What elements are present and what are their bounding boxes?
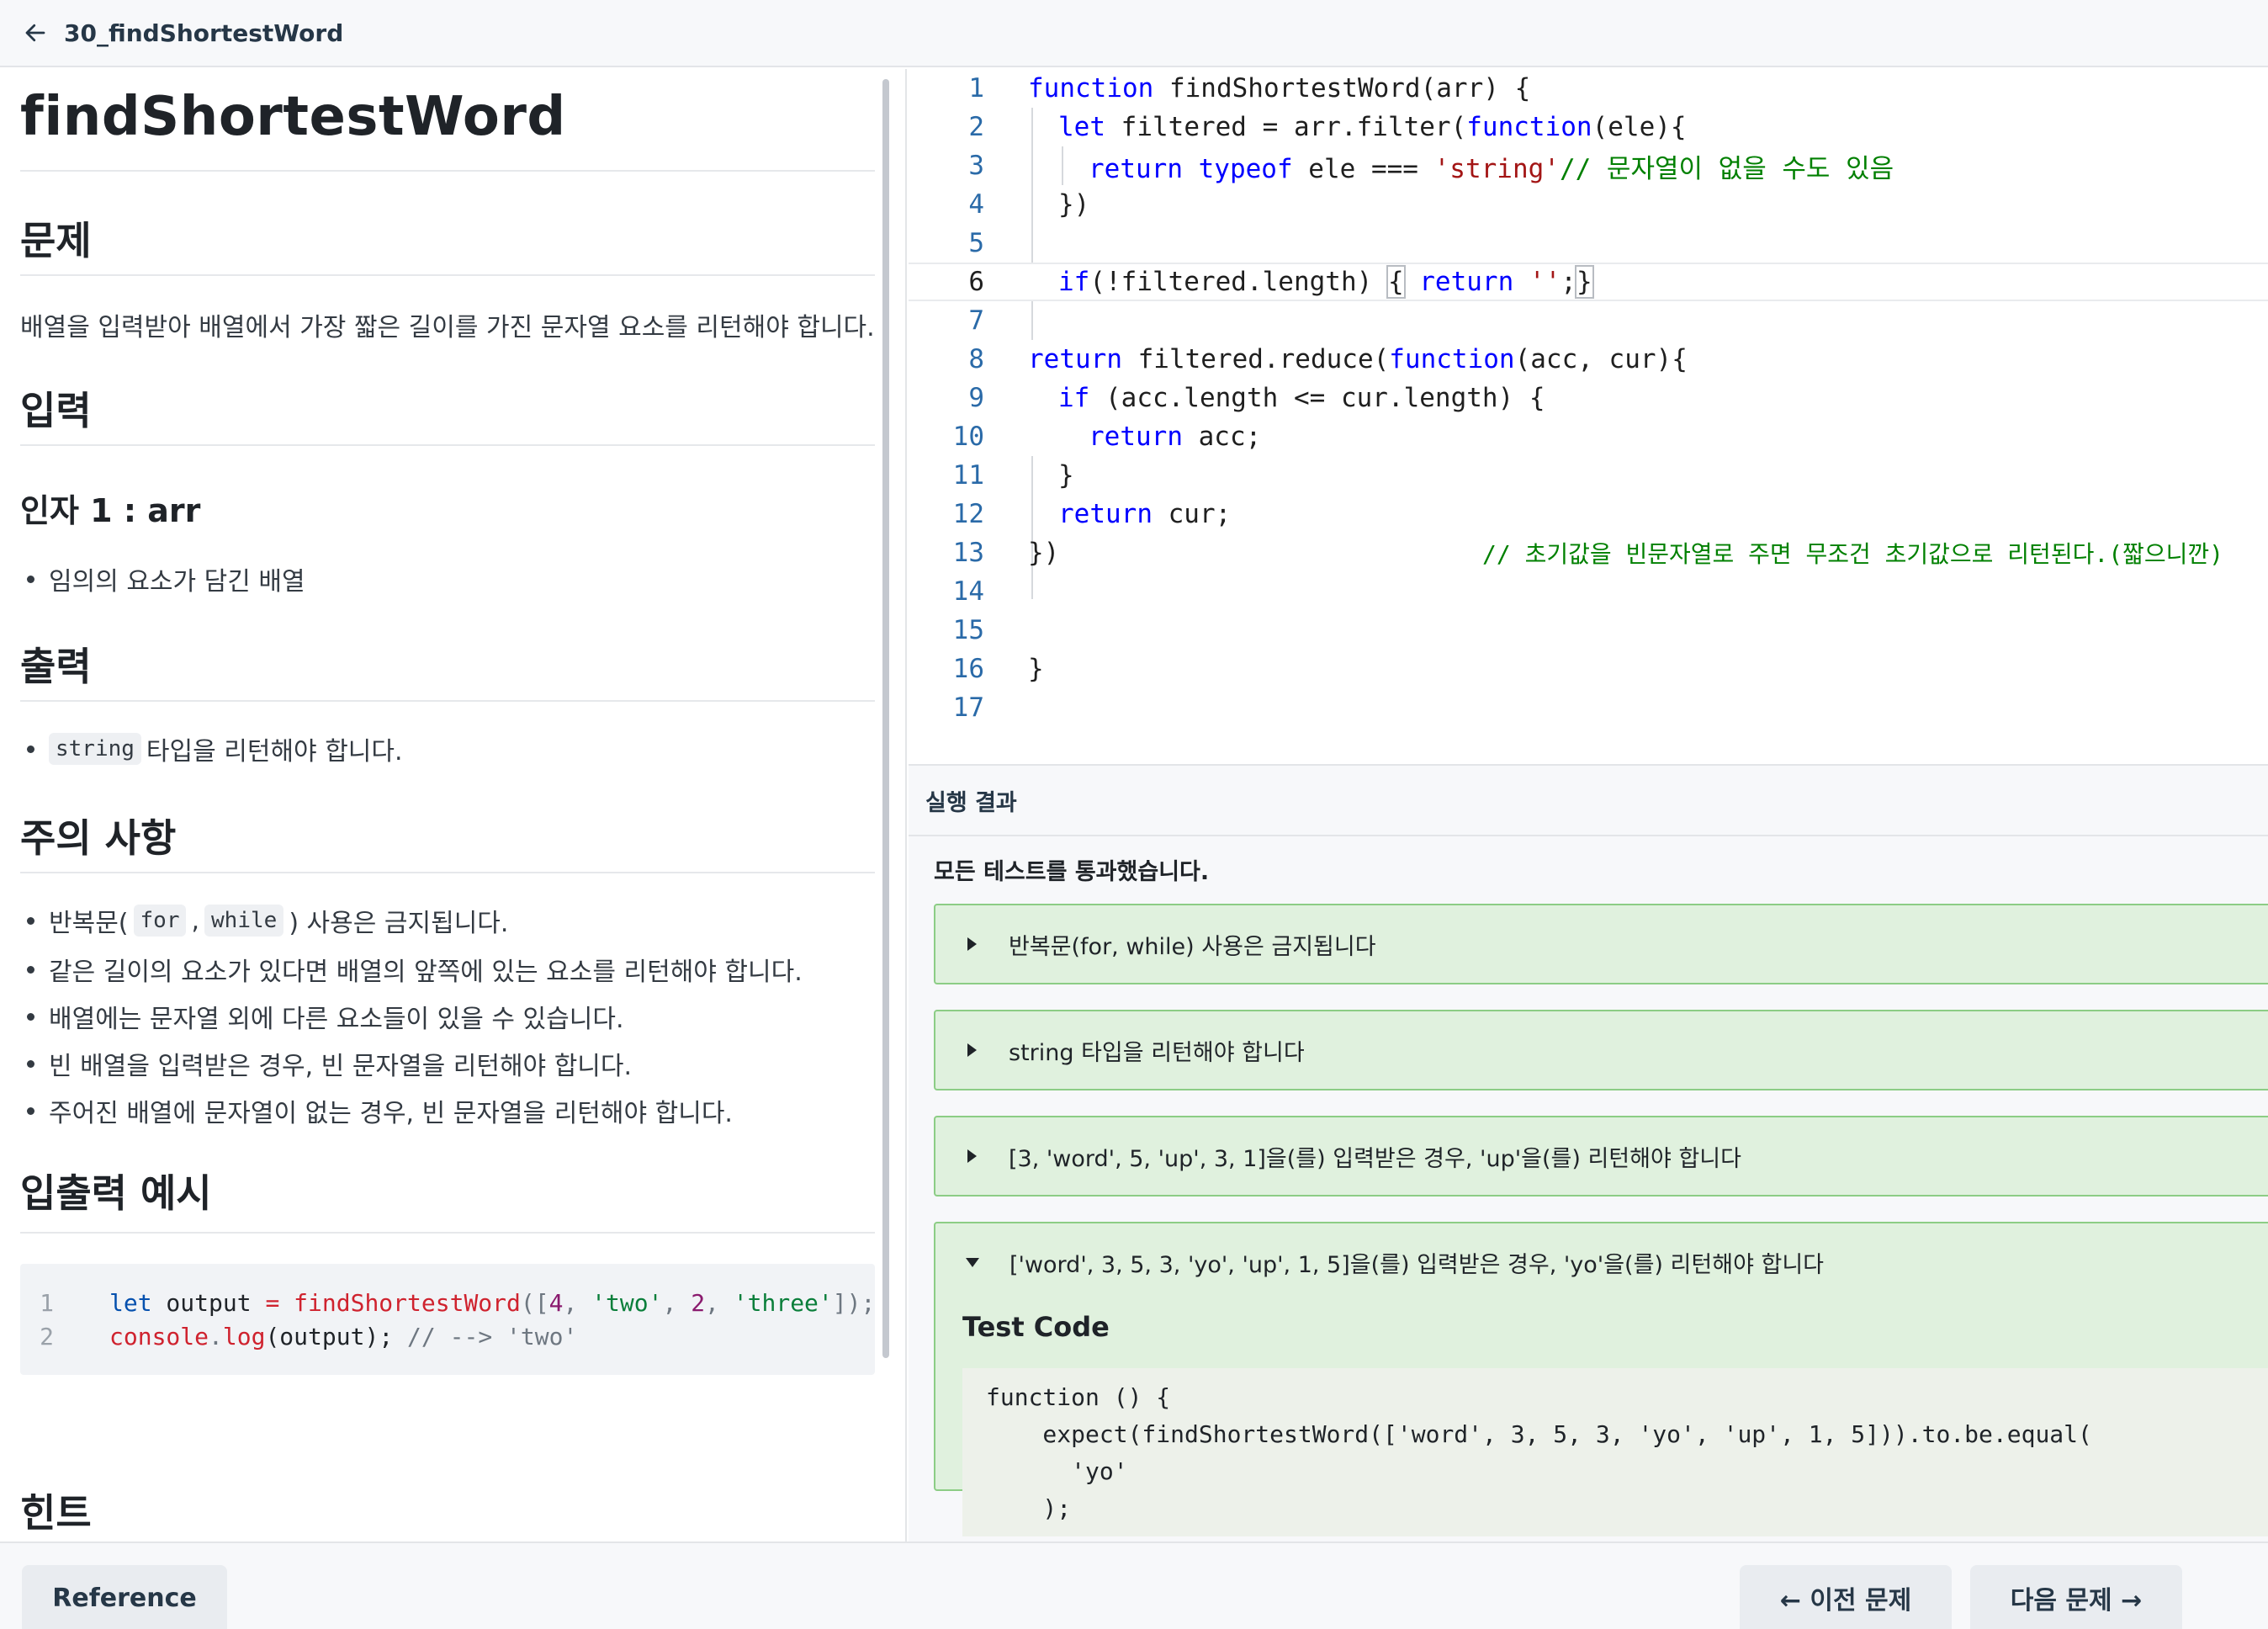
- reference-button[interactable]: Reference: [22, 1565, 227, 1629]
- argument-title: 인자 1 : arr: [20, 492, 201, 529]
- test-code-line: );: [986, 1494, 1072, 1522]
- example-code-block: 1 let output = findShortestWord([4, 'two'…: [20, 1264, 875, 1375]
- section-input-heading: 입력: [20, 388, 92, 433]
- problem-title: findShortestWord: [20, 86, 566, 148]
- divider: [20, 170, 875, 172]
- test-case[interactable]: string 타입을 리턴해야 합니다: [934, 1010, 2268, 1090]
- bracket-match: }: [1574, 265, 1594, 299]
- list-item: 반복문( for , while ) 사용은 금지됩니다.: [26, 902, 508, 939]
- code-line: 14: [952, 576, 984, 607]
- code-line: 13 }) // 초기값을 빈문자열로 주면 무조건 초기값으로 리턴된다.(짧…: [952, 538, 2223, 568]
- scrollbar[interactable]: [882, 79, 889, 1358]
- code-line: 4 }): [968, 189, 1090, 220]
- triangle-right-icon: [967, 937, 977, 951]
- list-item: 같은 길이의 요소가 있다면 배열의 앞쪽에 있는 요소를 리턴해야 합니다.: [27, 951, 803, 988]
- example-line: 1 let output = findShortestWord([4, 'two'…: [40, 1288, 876, 1317]
- code-line: 16 }: [952, 654, 1044, 684]
- triangle-down-icon: [966, 1257, 979, 1267]
- section-notes-heading: 주의 사항: [20, 815, 177, 861]
- test-code-block: function () { expect(findShortestWord(['…: [962, 1368, 2268, 1536]
- code-editor[interactable]: 1 function findShortestWord(arr) { 2 let…: [909, 69, 2268, 764]
- code-line: 8 return filtered.reduce(function(acc, c…: [968, 344, 1688, 374]
- code-line: 3 return typeof ele === 'string'// 문자열이 …: [968, 151, 1894, 184]
- code-line-active: 6 if(!filtered.length) { return '';}: [909, 263, 2268, 301]
- code-line: 9 if (acc.length <= cur.length) {: [968, 383, 1545, 413]
- arrow-left-icon[interactable]: [20, 18, 50, 48]
- code-line: 10 return acc;: [952, 422, 1262, 452]
- test-case-expanded: ['word', 3, 5, 3, 'yo', 'up', 1, 5]을(를) …: [934, 1222, 2268, 1536]
- results-header: 실행 결과: [909, 764, 2268, 836]
- divider: [20, 274, 875, 276]
- code-line: 15: [952, 615, 984, 645]
- list-item: 배열에는 문자열 외에 다른 요소들이 있을 수 있습니다.: [27, 998, 624, 1035]
- test-case-toggle[interactable]: ['word', 3, 5, 3, 'yo', 'up', 1, 5]을(를) …: [935, 1223, 2268, 1301]
- divider: [20, 700, 875, 702]
- divider: [20, 1232, 875, 1234]
- example-line: 2 console. log (output); // --> 'two': [40, 1322, 578, 1350]
- triangle-right-icon: [967, 1043, 977, 1057]
- inline-code: while: [204, 905, 284, 937]
- list-item: 빈 배열을 입력받은 경우, 빈 문자열을 리턴해야 합니다.: [26, 1045, 632, 1082]
- results-panel: 모든 테스트를 통과했습니다. 반복문(for, while) 사용은 금지됩니…: [909, 836, 2268, 1541]
- inline-code: for: [133, 905, 187, 937]
- list-item: 주어진 배열에 문자열이 없는 경우, 빈 문자열을 리턴해야 합니다.: [27, 1092, 733, 1129]
- top-bar: 30_findShortestWord: [0, 0, 2268, 67]
- test-case[interactable]: [3, 'word', 5, 'up', 3, 1]을(를) 입력받은 경우, …: [934, 1116, 2268, 1197]
- section-hint-heading: 힌트: [20, 1490, 92, 1536]
- test-code-line: expect(findShortestWord(['word', 3, 5, 3…: [986, 1419, 2092, 1448]
- problem-text: 배열을 입력받아 배열에서 가장 짧은 길이를 가진 문자열 요소를 리턴해야 …: [20, 313, 875, 342]
- list-item: string 타입을 리턴해야 합니다.: [27, 730, 403, 767]
- next-problem-button[interactable]: 다음 문제 →: [1970, 1565, 2182, 1629]
- bracket-match: {: [1386, 265, 1406, 299]
- section-problem-heading: 문제: [20, 218, 92, 263]
- code-line: 12 return cur;: [952, 499, 1232, 529]
- code-line: 2 let filtered = arr.filter(function(ele…: [968, 112, 1687, 142]
- test-code-line: 'yo': [986, 1457, 1128, 1485]
- problem-panel: findShortestWord 문제 배열을 입력받아 배열에서 가장 짧은 …: [0, 69, 907, 1541]
- inline-code: string: [49, 733, 141, 765]
- triangle-right-icon: [967, 1149, 977, 1163]
- list-item: 임의의 요소가 담긴 배열: [27, 560, 305, 597]
- section-example-heading: 입출력 예시: [20, 1170, 212, 1216]
- code-line: 1 function findShortestWord(arr) {: [968, 73, 1531, 103]
- divider: [20, 872, 875, 873]
- section-output-heading: 출력: [20, 644, 92, 689]
- code-line: 11 }: [952, 460, 1074, 491]
- editor-panel: 1 function findShortestWord(arr) { 2 let…: [909, 69, 2268, 1541]
- test-code-line: function () {: [986, 1382, 1171, 1411]
- test-code-title: Test Code: [962, 1311, 1110, 1343]
- code-line: 17: [952, 692, 984, 723]
- test-case[interactable]: 반복문(for, while) 사용은 금지됩니다: [934, 904, 2268, 984]
- code-line: 7: [968, 305, 984, 336]
- page-title: 30_findShortestWord: [64, 19, 344, 47]
- prev-problem-button[interactable]: ← 이전 문제: [1740, 1565, 1952, 1629]
- bottom-bar: Reference ← 이전 문제 다음 문제 →: [0, 1541, 2268, 1629]
- divider: [20, 444, 875, 446]
- code-line: 5: [968, 228, 984, 258]
- results-summary: 모든 테스트를 통과했습니다.: [934, 859, 1210, 885]
